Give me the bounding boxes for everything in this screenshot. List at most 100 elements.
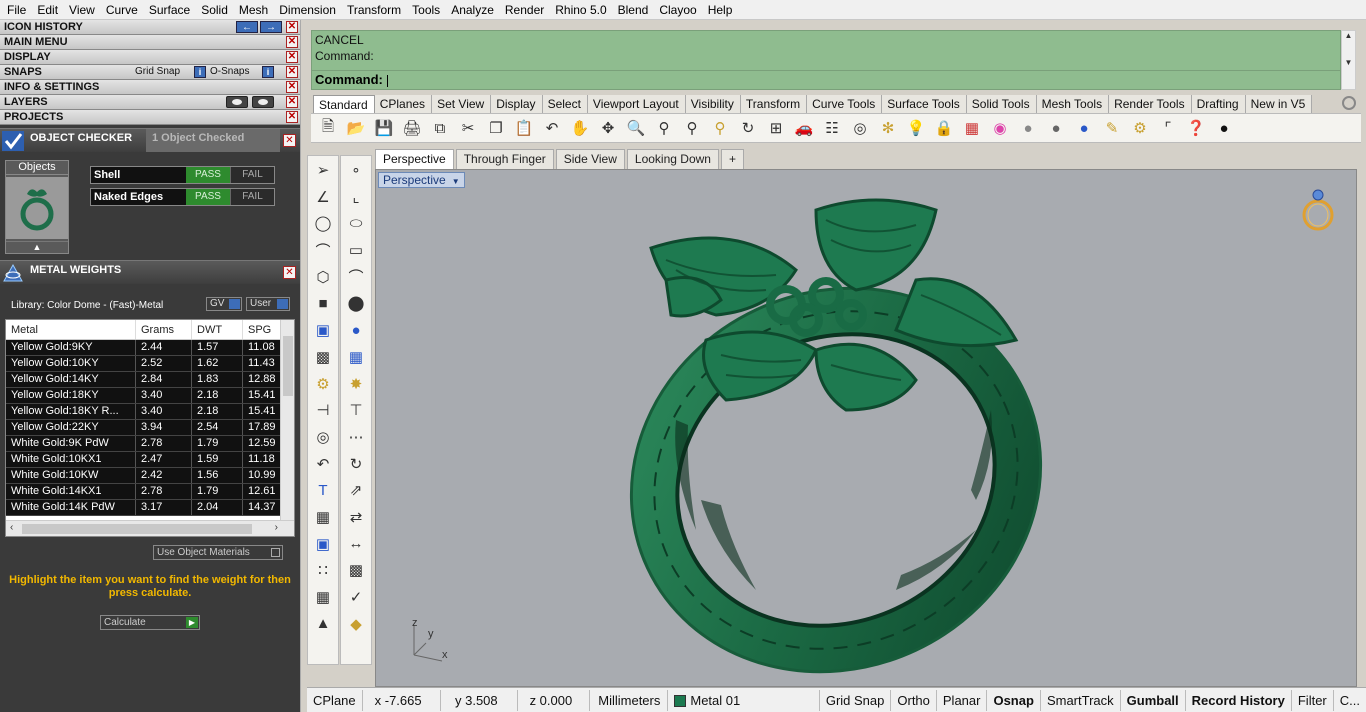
menu-transform[interactable]: Transform: [342, 0, 407, 20]
tab-curve-tools[interactable]: Curve Tools: [807, 95, 883, 113]
tab-display[interactable]: Display: [491, 95, 543, 113]
point-icon[interactable]: ∘: [343, 158, 369, 182]
print-icon[interactable]: 🖨: [401, 117, 423, 139]
cylinder-icon[interactable]: ▩: [310, 345, 336, 369]
material-sphere-icon[interactable]: ●: [1017, 117, 1039, 139]
arc-icon[interactable]: ⌒: [343, 265, 369, 289]
status-osnap[interactable]: Osnap: [987, 689, 1041, 711]
close-icon[interactable]: ✕: [286, 66, 298, 78]
help-icon[interactable]: ❓: [1185, 117, 1207, 139]
tab-cplanes[interactable]: CPlanes: [374, 95, 433, 113]
menu-file[interactable]: File: [2, 0, 32, 20]
pan-hand-icon[interactable]: ✋: [569, 117, 591, 139]
pen-icon[interactable]: ✎: [1101, 117, 1123, 139]
close-icon[interactable]: ✕: [283, 134, 296, 147]
black-sphere-icon[interactable]: ●: [1213, 117, 1235, 139]
polygon-icon[interactable]: ⬡: [310, 265, 336, 289]
menu-blend[interactable]: Blend: [613, 0, 655, 20]
status-smarttrack[interactable]: SmartTrack: [1041, 689, 1121, 711]
close-icon[interactable]: ✕: [283, 266, 296, 279]
tab-drafting[interactable]: Drafting: [1191, 95, 1246, 113]
menu-analyze[interactable]: Analyze: [446, 0, 500, 20]
icon-history-row[interactable]: ICON HISTORY ← → ✕: [0, 20, 300, 35]
close-icon[interactable]: ✕: [286, 36, 298, 48]
tab-standard[interactable]: Standard: [313, 95, 375, 113]
menu-surface[interactable]: Surface: [144, 0, 196, 20]
forward-arrow-icon[interactable]: →: [260, 21, 282, 33]
menu-solid[interactable]: Solid: [196, 0, 234, 20]
move-icon[interactable]: ✥: [597, 117, 619, 139]
ring-preview-icon[interactable]: [1298, 185, 1338, 235]
add-viewport-tab-button[interactable]: +: [720, 149, 744, 169]
control-points-icon[interactable]: ⌞: [343, 185, 369, 209]
tab-render-tools[interactable]: Render Tools: [1109, 95, 1192, 113]
surface-icon[interactable]: ■: [310, 291, 336, 315]
eye-icon[interactable]: [252, 96, 274, 108]
rectangle-icon[interactable]: ▭: [343, 238, 369, 262]
ring-model[interactable]: [376, 170, 1357, 687]
panel-splitter[interactable]: [300, 20, 307, 712]
menu-edit[interactable]: Edit: [32, 0, 64, 20]
polyline-icon[interactable]: ∠: [310, 185, 336, 209]
box-icon[interactable]: ▣: [310, 318, 336, 342]
sweep-icon[interactable]: ⬤: [343, 291, 369, 315]
back-arrow-icon[interactable]: ←: [236, 21, 258, 33]
render-sphere-icon[interactable]: ●: [1073, 117, 1095, 139]
check-icon[interactable]: ✓: [343, 585, 369, 609]
tab-set-view[interactable]: Set View: [432, 95, 492, 113]
grid-snap-info-icon[interactable]: i: [194, 66, 206, 78]
status-layer[interactable]: Metal 01: [668, 689, 820, 711]
horizontal-scrollbar[interactable]: ‹ ›: [6, 520, 294, 536]
play-icon[interactable]: ▶: [186, 617, 198, 628]
menu-clayoo[interactable]: Clayoo: [654, 0, 702, 20]
export-icon[interactable]: ⧉: [429, 117, 451, 139]
metal-table[interactable]: Metal Grams DWT SPG Yellow Gold:9KY 2.44 1…: [5, 319, 295, 537]
color-wheel-icon[interactable]: ◉: [989, 117, 1011, 139]
light-bulb-icon[interactable]: 💡: [905, 117, 927, 139]
menu-curve[interactable]: Curve: [101, 0, 144, 20]
user-toggle[interactable]: User: [246, 297, 290, 311]
status-record-history[interactable]: Record History: [1186, 689, 1292, 711]
table-row[interactable]: White Gold:9K PdW 2.78 1.79 12.59: [6, 436, 294, 452]
main-menu-row[interactable]: MAIN MENU ✕: [0, 35, 300, 50]
status-cplane[interactable]: CPlane: [307, 689, 363, 711]
status-filter[interactable]: Filter: [1292, 689, 1334, 711]
menu-view[interactable]: View: [64, 0, 101, 20]
table-row[interactable]: Yellow Gold:10KY 2.52 1.62 11.43: [6, 356, 294, 372]
zoom-selected-icon[interactable]: ⚲: [709, 117, 731, 139]
options-gear-icon[interactable]: ⚙: [1129, 117, 1151, 139]
lock-icon[interactable]: 🔒: [933, 117, 955, 139]
objects-box[interactable]: Objects ▲: [5, 160, 69, 254]
o-snaps-info-icon[interactable]: i: [262, 66, 274, 78]
table-row[interactable]: Yellow Gold:18KY 3.40 2.18 15.41: [6, 388, 294, 404]
curve-icon[interactable]: ⌒: [310, 238, 336, 262]
layers-row[interactable]: LAYERS ✕: [0, 95, 300, 110]
tab-select[interactable]: Select: [542, 95, 588, 113]
column-header-grams[interactable]: Grams: [136, 320, 192, 339]
close-icon[interactable]: ✕: [286, 21, 298, 33]
trim-icon[interactable]: ⊤: [343, 398, 369, 422]
objects-tab[interactable]: Objects: [6, 161, 68, 175]
text-icon[interactable]: T: [310, 478, 336, 502]
status-grid-snap[interactable]: Grid Snap: [820, 689, 892, 711]
table-row[interactable]: Yellow Gold:9KY 2.44 1.57 11.08: [6, 340, 294, 356]
snaps-row[interactable]: SNAPS Grid Snap i O-Snaps i ✕: [0, 65, 300, 80]
close-icon[interactable]: ✕: [286, 111, 298, 123]
tab-visibility[interactable]: Visibility: [685, 95, 741, 113]
ellipse-icon[interactable]: ⬭: [343, 211, 369, 235]
object-thumbnail[interactable]: [6, 177, 68, 239]
checkbox-icon[interactable]: [271, 548, 280, 557]
hatch-icon[interactable]: ▩: [343, 558, 369, 582]
viewport-tab-perspective[interactable]: Perspective: [375, 149, 454, 169]
status-ortho[interactable]: Ortho: [891, 689, 937, 711]
new-file-icon[interactable]: 🗎: [317, 117, 339, 139]
dimension-icon[interactable]: ↔: [343, 532, 369, 556]
scroll-left-icon[interactable]: ‹: [10, 522, 13, 533]
command-area[interactable]: CANCEL Command: Command:: [311, 30, 1341, 90]
mirror-icon[interactable]: ⇄: [343, 505, 369, 529]
explode-icon[interactable]: ✸: [343, 372, 369, 396]
boolean-icon[interactable]: ◎: [310, 425, 336, 449]
layers-icon[interactable]: ▦: [961, 117, 983, 139]
snap-icon[interactable]: ⌜: [1157, 117, 1179, 139]
use-object-materials-checkbox[interactable]: Use Object Materials: [153, 545, 283, 560]
